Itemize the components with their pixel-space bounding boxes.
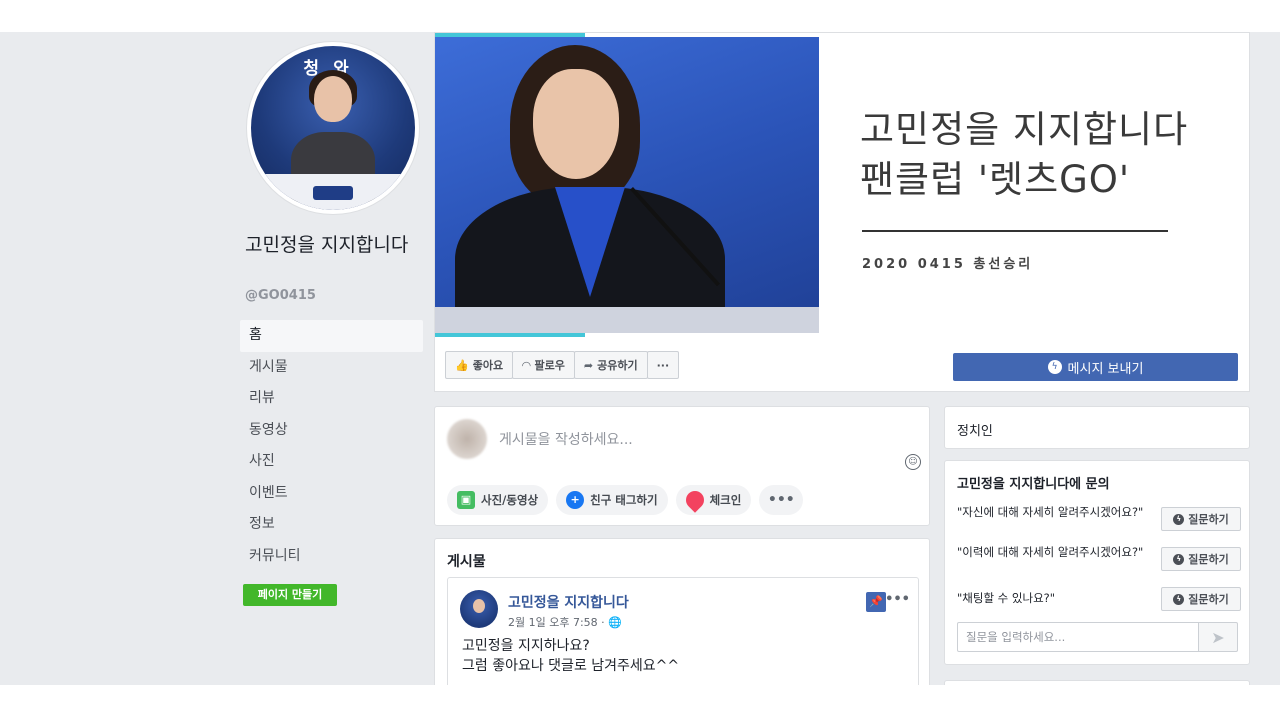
nav-item-community[interactable]: 커뮤니티 <box>240 541 423 573</box>
ask-label: 질문하기 <box>1188 553 1229 566</box>
nav-item-about[interactable]: 정보 <box>240 509 423 541</box>
send-message-label: 메시지 보내기 <box>1067 361 1144 377</box>
pinned-post: 고민정을 지지합니다 2월 1일 오후 7:58 · 🌐 📌 ••• 고민정을 … <box>447 577 919 685</box>
podium-emblem <box>313 186 353 200</box>
photo-video-button[interactable]: ▣ 사진/동영상 <box>447 485 549 515</box>
nav-item-photos[interactable]: 사진 <box>240 446 423 478</box>
emoji-icon[interactable]: ☺ <box>905 454 921 470</box>
cover-photo[interactable] <box>435 37 819 333</box>
follow-button[interactable]: ◠ 팔로우 <box>512 351 575 379</box>
rss-icon: ◠ <box>522 358 531 372</box>
inquiry-title: 고민정을 지지합니다에 문의 <box>957 477 1110 492</box>
composer-more-button[interactable]: ••• <box>759 485 804 515</box>
composer-actions: ▣ 사진/동영상 + 친구 태그하기 체크인 ••• <box>447 485 804 515</box>
ask-question-button[interactable]: ϟ 질문하기 <box>1161 547 1241 571</box>
messenger-icon: ϟ <box>1173 593 1185 605</box>
more-actions-button[interactable]: ··· <box>646 351 680 379</box>
photo-icon: ▣ <box>457 491 475 509</box>
posts-heading: 게시물 <box>447 554 486 570</box>
cover-headline-line1: 고민정을 지지합니다 <box>860 108 1189 151</box>
page-nav: 홈 게시물 리뷰 동영상 사진 이벤트 정보 커뮤니티 <box>240 320 423 572</box>
share-arrow-icon: ➦ <box>583 358 594 372</box>
nav-item-videos[interactable]: 동영상 <box>240 415 423 447</box>
tag-friends-icon: + <box>566 491 585 509</box>
facebook-page-screen: 청와 고민정을 지지합니다 @GO0415 홈 게시물 리뷰 동영상 사진 이벤… <box>0 32 1280 685</box>
post-timestamp[interactable]: 2월 1일 오후 7:58 · 🌐 <box>508 614 622 630</box>
page-handle[interactable]: @GO0415 <box>245 288 316 303</box>
check-in-button[interactable]: 체크인 <box>675 485 752 515</box>
nav-item-home[interactable]: 홈 <box>240 320 423 352</box>
inquiry-card: 고민정을 지지합니다에 문의 "자신에 대해 자세히 알려주시겠어요?" ϟ 질… <box>944 460 1250 665</box>
cover-headline-line2: 팬클럽 '렛츠GO' <box>860 158 1131 201</box>
question-text: "이력에 대해 자세히 알려주시겠어요?" <box>957 545 1144 559</box>
post-time-text: 2월 1일 오후 7:58 · <box>508 616 609 629</box>
page-category[interactable]: 정치인 <box>957 420 993 439</box>
share-label: 공유하기 <box>597 359 638 372</box>
post-options-button[interactable]: ••• <box>885 592 910 607</box>
cover-headline: 고민정을 지지합니다 팬클럽 '렛츠GO' <box>860 105 1188 205</box>
tag-friends-button[interactable]: + 친구 태그하기 <box>556 485 668 515</box>
page-title[interactable]: 고민정을 지지합니다 <box>245 232 420 258</box>
cover-divider <box>862 230 1168 232</box>
like-button[interactable]: 👍 좋아요 <box>445 351 514 379</box>
check-in-label: 체크인 <box>709 493 742 507</box>
question-row: "자신에 대해 자세히 알려주시겠어요?" ϟ 질문하기 <box>957 505 1241 535</box>
photo-video-label: 사진/동영상 <box>481 493 539 507</box>
post-author-avatar[interactable] <box>460 590 498 628</box>
thumbs-up-icon: 👍 <box>455 358 469 372</box>
nav-item-events[interactable]: 이벤트 <box>240 478 423 510</box>
composer-input[interactable]: 게시물을 작성하세요... <box>499 429 633 449</box>
ask-question-button[interactable]: ϟ 질문하기 <box>1161 507 1241 531</box>
cover-subtitle: 2020 0415 총선승리 <box>862 257 1034 272</box>
profile-photo: 청와 <box>251 46 415 210</box>
post-text-line1: 고민정을 지지하나요? <box>462 638 590 654</box>
post-text-line2: 그럼 좋아요나 댓글로 남겨주세요^^ <box>462 658 680 674</box>
nav-item-reviews[interactable]: 리뷰 <box>240 383 423 415</box>
location-pin-icon <box>681 487 708 513</box>
post-text: 고민정을 지지하나요? 그럼 좋아요나 댓글로 남겨주세요^^ <box>462 636 679 676</box>
pin-icon[interactable]: 📌 <box>866 592 886 612</box>
page-category-card: 정치인 <box>944 406 1250 449</box>
nav-item-posts[interactable]: 게시물 <box>240 352 423 384</box>
share-button[interactable]: ➦ 공유하기 <box>573 351 648 379</box>
cover-card: 고민정을 지지합니다 팬클럽 '렛츠GO' 2020 0415 총선승리 👍 좋… <box>434 32 1250 392</box>
cover-accent-bar <box>435 33 585 37</box>
like-label: 좋아요 <box>472 359 504 372</box>
post-composer: 게시물을 작성하세요... ☺ ▣ 사진/동영상 + 친구 태그하기 체크인 •… <box>434 406 930 526</box>
messenger-icon: ϟ <box>1173 513 1185 525</box>
messenger-icon: ϟ <box>1047 360 1062 374</box>
ask-label: 질문하기 <box>1188 513 1229 526</box>
question-input[interactable] <box>957 622 1199 652</box>
question-row: "이력에 대해 자세히 알려주시겠어요?" ϟ 질문하기 <box>957 545 1241 575</box>
ask-label: 질문하기 <box>1188 593 1229 606</box>
post-author-name[interactable]: 고민정을 지지합니다 <box>508 592 629 612</box>
ask-question-button[interactable]: ϟ 질문하기 <box>1161 587 1241 611</box>
page-action-bar: 👍 좋아요 ◠ 팔로우 ➦ 공유하기 ··· <box>445 351 680 381</box>
create-page-button[interactable]: 페이지 만들기 <box>243 584 337 606</box>
question-text: "자신에 대해 자세히 알려주시겠어요?" <box>957 505 1144 519</box>
send-question-button[interactable]: ➤ <box>1198 622 1238 652</box>
composer-avatar <box>447 419 487 459</box>
question-text: "채팅할 수 있나요?" <box>957 591 1056 605</box>
profile-picture[interactable]: 청와 <box>247 42 419 214</box>
cover-accent-bar-bottom <box>435 333 585 337</box>
send-icon: ➤ <box>1211 627 1225 647</box>
globe-icon: 🌐 <box>608 616 622 629</box>
tag-friends-label: 친구 태그하기 <box>590 493 658 507</box>
posts-section: 게시물 고민정을 지지합니다 2월 1일 오후 7:58 · 🌐 📌 ••• 고… <box>434 538 930 685</box>
messenger-icon: ϟ <box>1173 553 1185 565</box>
question-row: "채팅할 수 있나요?" ϟ 질문하기 <box>957 585 1241 615</box>
next-sidebar-card <box>944 680 1250 685</box>
follow-label: 팔로우 <box>534 359 565 372</box>
send-message-button[interactable]: ϟ 메시지 보내기 <box>953 353 1238 381</box>
